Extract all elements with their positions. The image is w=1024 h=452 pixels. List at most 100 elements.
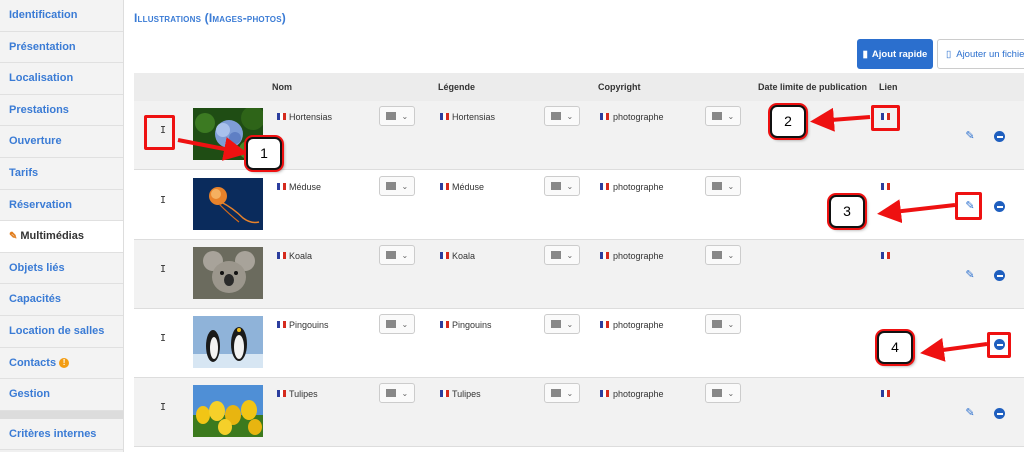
flag-fr-icon — [277, 321, 286, 328]
language-select[interactable]: ⌄ — [379, 245, 415, 265]
flag-fr-icon — [600, 252, 609, 259]
link-flag-fr-icon[interactable] — [881, 390, 890, 397]
annotation-callout-1: 1 — [246, 137, 282, 170]
row-name: Hortensias — [289, 112, 333, 122]
sidebar-item-ouverture[interactable]: Ouverture — [0, 126, 123, 158]
flag-fr-icon — [600, 113, 609, 120]
remove-icon[interactable] — [994, 131, 1005, 142]
chevron-down-icon: ⌄ — [727, 111, 735, 121]
sidebar: Identification Présentation Localisation… — [0, 0, 124, 452]
flag-icon — [385, 251, 396, 259]
row-copyright: photographe — [613, 320, 664, 330]
file-icon: ▯ — [946, 48, 952, 60]
flag-icon — [550, 112, 561, 120]
language-select[interactable]: ⌄ — [705, 176, 741, 196]
highlight-drag-handle — [144, 115, 175, 150]
language-select[interactable]: ⌄ — [705, 314, 741, 334]
flag-icon — [550, 182, 561, 190]
sidebar-item-label: Contacts — [9, 356, 57, 369]
sidebar-item-tarifs[interactable]: Tarifs — [0, 157, 123, 190]
edit-pencil-icon[interactable]: ✎ — [964, 269, 976, 281]
sidebar-item-criteres-internes[interactable]: Critères internes — [0, 418, 123, 451]
sidebar-item-reservation[interactable]: Réservation — [0, 189, 123, 222]
sidebar-item-objets-lies[interactable]: Objets liés — [0, 252, 123, 285]
chevron-down-icon: ⌄ — [566, 250, 574, 260]
language-select[interactable]: ⌄ — [379, 383, 415, 403]
flag-icon — [385, 389, 396, 397]
row-legend: Hortensias — [452, 112, 496, 122]
language-select[interactable]: ⌄ — [705, 383, 741, 403]
language-select[interactable]: ⌄ — [544, 106, 580, 126]
chevron-down-icon: ⌄ — [401, 388, 409, 398]
language-select[interactable]: ⌄ — [544, 314, 580, 334]
sidebar-item-gestion[interactable]: Gestion — [0, 379, 123, 411]
sidebar-item-capacites[interactable]: Capacités — [0, 284, 123, 316]
annotation-callout-3: 3 — [829, 195, 865, 228]
row-legend: Koala — [452, 251, 476, 261]
quick-add-button[interactable]: ▮ Ajout rapide — [857, 39, 933, 69]
language-select[interactable]: ⌄ — [544, 176, 580, 196]
language-select[interactable]: ⌄ — [379, 176, 415, 196]
flag-fr-icon — [600, 321, 609, 328]
drag-handle[interactable]: I — [160, 402, 166, 413]
language-select[interactable]: ⌄ — [705, 106, 741, 126]
row-legend: Tulipes — [452, 389, 481, 399]
chevron-down-icon: ⌄ — [727, 388, 735, 398]
edit-pencil-icon[interactable]: ✎ — [964, 407, 976, 419]
column-header-legende: Légende — [438, 82, 476, 92]
flag-icon — [711, 320, 722, 328]
flag-icon — [385, 112, 396, 120]
book-icon: ▮ — [862, 48, 868, 60]
flag-icon — [550, 320, 561, 328]
link-flag-fr-icon[interactable] — [881, 252, 890, 259]
flag-icon — [711, 251, 722, 259]
sidebar-item-prestations[interactable]: Prestations — [0, 94, 123, 127]
add-file-button[interactable]: ▯ Ajouter un fichier — [937, 39, 1024, 69]
row-copyright: photographe — [613, 112, 664, 122]
annotation-callout-2: 2 — [770, 105, 806, 138]
flag-fr-icon — [600, 390, 609, 397]
remove-icon[interactable] — [994, 408, 1005, 419]
chevron-down-icon: ⌄ — [401, 181, 409, 191]
drag-handle[interactable]: I — [160, 195, 166, 206]
sidebar-item-location-salles[interactable]: Location de salles — [0, 315, 123, 348]
sidebar-item-multimedias[interactable]: ✎ Multimédias — [0, 221, 123, 253]
edit-pencil-icon[interactable]: ✎ — [964, 130, 976, 142]
drag-handle[interactable]: I — [160, 333, 166, 344]
edit-icon: ✎ — [9, 231, 18, 243]
page-title: Illustrations (Images-photos) — [134, 11, 286, 25]
sidebar-item-contacts[interactable]: Contacts! — [0, 347, 123, 380]
row-legend: Méduse — [452, 182, 485, 192]
remove-icon[interactable] — [994, 270, 1005, 281]
sidebar-item-identification[interactable]: Identification — [0, 0, 123, 32]
chevron-down-icon: ⌄ — [727, 319, 735, 329]
remove-icon[interactable] — [994, 201, 1005, 212]
chevron-down-icon: ⌄ — [566, 111, 574, 121]
row-copyright: photographe — [613, 389, 664, 399]
highlight-link-flag — [871, 105, 900, 131]
language-select[interactable]: ⌄ — [544, 383, 580, 403]
language-select[interactable]: ⌄ — [705, 245, 741, 265]
flag-icon — [711, 182, 722, 190]
link-flag-fr-icon[interactable] — [881, 183, 890, 190]
drag-handle[interactable]: I — [160, 264, 166, 275]
table-row: I Koala ⌄ Koala ⌄ photographe ⌄ ✎ — [134, 240, 1024, 309]
sidebar-item-localisation[interactable]: Localisation — [0, 63, 123, 95]
flag-fr-icon — [440, 113, 449, 120]
thumbnail-tulips — [193, 385, 263, 437]
highlight-edit-icon — [955, 192, 982, 220]
divider — [0, 410, 123, 419]
flag-icon — [385, 320, 396, 328]
table-header: Nom Légende Copyright Date limite de pub… — [134, 73, 1024, 101]
language-select[interactable]: ⌄ — [379, 106, 415, 126]
flag-fr-icon — [440, 183, 449, 190]
sidebar-item-presentation[interactable]: Présentation — [0, 31, 123, 64]
language-select[interactable]: ⌄ — [544, 245, 580, 265]
language-select[interactable]: ⌄ — [379, 314, 415, 334]
row-name: Tulipes — [289, 389, 318, 399]
main-panel: Illustrations (Images-photos) ▮ Ajout ra… — [124, 0, 1024, 452]
row-name: Méduse — [289, 182, 322, 192]
flag-icon — [711, 389, 722, 397]
table-row: I Méduse ⌄ Méduse ⌄ photographe ⌄ ✎ — [134, 171, 1024, 240]
quick-add-label: Ajout rapide — [871, 48, 928, 60]
